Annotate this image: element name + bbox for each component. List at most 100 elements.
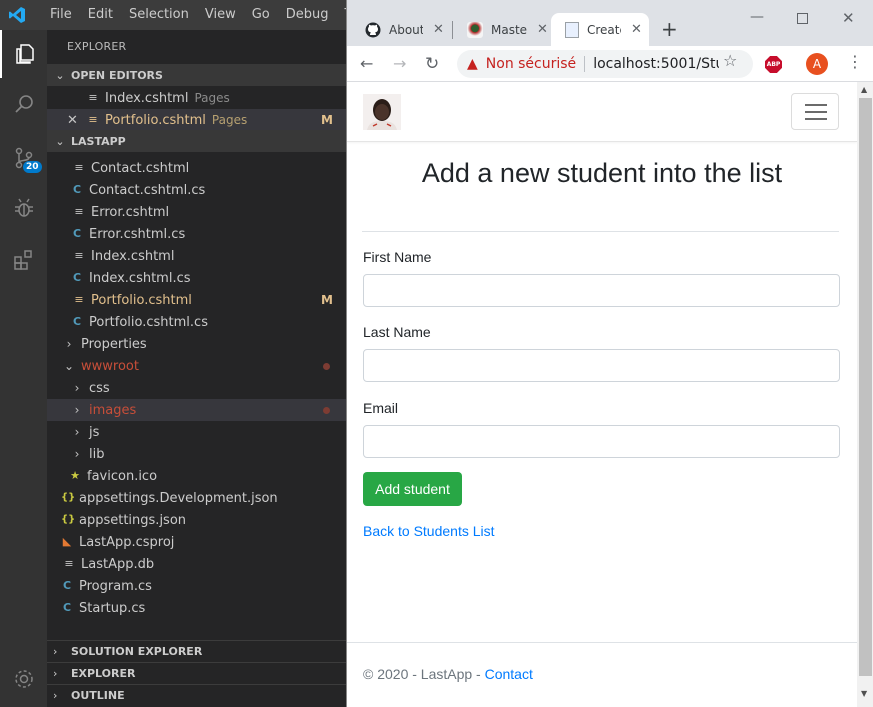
explorer-section[interactable]: › EXPLORER xyxy=(47,662,347,684)
tree-folder[interactable]: › images xyxy=(47,399,347,421)
tree-file[interactable]: {} appsettings.Development.json xyxy=(47,487,347,509)
scroll-up-icon[interactable]: ▲ xyxy=(861,85,867,94)
tree-file[interactable]: C Portfolio.cshtml.cs xyxy=(47,311,347,333)
close-tab-icon[interactable]: ✕ xyxy=(631,22,642,37)
project-header[interactable]: ⌄ LASTAPP xyxy=(47,130,347,152)
github-icon xyxy=(365,22,381,37)
tree-file[interactable]: C Program.cs xyxy=(47,575,347,597)
chevron-down-icon: ⌄ xyxy=(55,68,65,82)
chevron-down-icon: ⌄ xyxy=(55,134,65,148)
contact-link[interactable]: Contact xyxy=(485,666,533,682)
back-icon[interactable]: ← xyxy=(360,54,373,73)
scrollbar-thumb[interactable] xyxy=(859,98,872,676)
section-title: SOLUTION EXPLORER xyxy=(71,645,203,658)
profile-avatar[interactable]: A xyxy=(806,53,828,75)
forward-icon[interactable]: → xyxy=(393,54,406,73)
tree-file[interactable]: {} appsettings.json xyxy=(47,509,347,531)
tree-folder[interactable]: ⌄ wwwroot xyxy=(47,355,347,377)
tree-file[interactable]: ≡ Contact.cshtml xyxy=(47,157,347,179)
tree-file[interactable]: C Index.cshtml.cs xyxy=(47,267,347,289)
bookmark-star-icon[interactable]: ☆ xyxy=(723,51,737,70)
first-name-label: First Name xyxy=(363,249,432,265)
menu-file[interactable]: File xyxy=(42,6,80,23)
tree-file[interactable]: ≡ Error.cshtml xyxy=(47,201,347,223)
csharp-icon: C xyxy=(62,579,72,592)
add-student-button[interactable]: Add student xyxy=(363,472,462,506)
back-to-list-link[interactable]: Back to Students List xyxy=(363,523,495,539)
bug-icon xyxy=(14,198,33,217)
close-tab-icon[interactable]: ✕ xyxy=(537,22,548,37)
tree-file[interactable]: C Startup.cs xyxy=(47,597,347,619)
maximize-icon[interactable] xyxy=(797,13,808,24)
tab-master[interactable]: Master ✕ xyxy=(453,13,551,46)
url-text[interactable]: localhost:5001/Stu... xyxy=(593,56,719,72)
page-scrollbar[interactable]: ▲ ▼ xyxy=(857,82,873,707)
outline-section[interactable]: › OUTLINE xyxy=(47,684,347,706)
tree-folder[interactable]: › Properties xyxy=(47,333,347,355)
tree-file-label: LastApp.csproj xyxy=(79,534,175,550)
manage-activity[interactable] xyxy=(0,655,47,703)
last-name-label: Last Name xyxy=(363,324,431,340)
source-control-activity[interactable]: 20 xyxy=(0,134,47,182)
tree-folder[interactable]: › css xyxy=(47,377,347,399)
menu-view[interactable]: View xyxy=(197,6,244,23)
scroll-down-icon[interactable]: ▼ xyxy=(861,689,867,698)
tree-file[interactable]: ◣ LastApp.csproj xyxy=(47,531,347,553)
open-editor-item[interactable]: ≡ Index.cshtml Pages xyxy=(47,87,347,109)
tab-create[interactable]: Create ✕ xyxy=(551,13,649,46)
tree-folder-label: images xyxy=(89,402,137,418)
close-icon[interactable]: ✕ xyxy=(67,113,81,128)
menu-edit[interactable]: Edit xyxy=(80,6,121,23)
file-lines-icon: ≡ xyxy=(74,205,84,218)
email-input[interactable] xyxy=(363,425,840,458)
tree-file-label: LastApp.db xyxy=(81,556,155,572)
chevron-right-icon: › xyxy=(53,667,58,680)
tree-folder[interactable]: › lib xyxy=(47,443,347,465)
open-editor-item-active[interactable]: ✕ ≡ Portfolio.cshtml Pages M xyxy=(47,109,347,131)
tree-file[interactable]: C Contact.cshtml.cs xyxy=(47,179,347,201)
tree-folder-label: css xyxy=(89,380,110,396)
tree-folder-label: Properties xyxy=(81,336,147,352)
adblock-icon[interactable]: ABP xyxy=(765,56,782,73)
chevron-right-icon: › xyxy=(74,425,80,439)
security-label[interactable]: Non sécurisé xyxy=(486,56,576,72)
tree-folder[interactable]: › js xyxy=(47,421,347,443)
tab-label: Master xyxy=(491,22,527,37)
solution-explorer-section[interactable]: › SOLUTION EXPLORER xyxy=(47,640,347,662)
explorer-activity[interactable] xyxy=(0,30,47,78)
address-bar[interactable]: ▲ Non sécurisé localhost:5001/Stu... xyxy=(457,50,753,78)
tree-file[interactable]: ≡ LastApp.db xyxy=(47,553,347,575)
last-name-input[interactable] xyxy=(363,349,840,382)
search-activity[interactable] xyxy=(0,80,47,128)
tree-file-label: Index.cshtml xyxy=(91,248,175,264)
brand-logo[interactable] xyxy=(363,94,401,130)
tree-file[interactable]: ★ favicon.ico xyxy=(47,465,347,487)
tree-file[interactable]: ≡ Portfolio.cshtml M xyxy=(47,289,347,311)
close-tab-icon[interactable]: ✕ xyxy=(433,22,444,37)
web-page: Add a new student into the list First Na… xyxy=(347,82,857,707)
first-name-input[interactable] xyxy=(363,274,840,307)
tab-label: About xyxy=(389,22,423,37)
navbar-toggler[interactable] xyxy=(791,93,839,130)
tree-file-label: Index.cshtml.cs xyxy=(89,270,191,286)
tree-file[interactable]: C Error.cshtml.cs xyxy=(47,223,347,245)
footer-divider xyxy=(347,642,857,643)
menu-selection[interactable]: Selection xyxy=(121,6,197,23)
csharp-icon: C xyxy=(72,271,82,284)
close-window-icon[interactable]: ✕ xyxy=(842,9,855,27)
extensions-activity[interactable] xyxy=(0,236,47,284)
tree-file[interactable]: ≡ Index.cshtml xyxy=(47,245,347,267)
untracked-dot xyxy=(323,362,330,370)
minimize-icon[interactable]: — xyxy=(750,9,764,25)
new-tab-icon[interactable]: + xyxy=(661,17,678,41)
tree-file-label: favicon.ico xyxy=(87,468,158,484)
open-editor-folder: Pages xyxy=(194,91,230,105)
menu-debug[interactable]: Debug xyxy=(278,6,337,23)
reload-icon[interactable]: ↻ xyxy=(425,54,439,74)
menu-go[interactable]: Go xyxy=(244,6,278,23)
modified-badge: M xyxy=(321,113,333,127)
open-editors-header[interactable]: ⌄ OPEN EDITORS xyxy=(47,64,347,86)
tab-about[interactable]: About ✕ xyxy=(351,13,451,46)
menu-dots-icon[interactable]: ⋮ xyxy=(847,52,863,71)
debug-activity[interactable] xyxy=(0,184,47,232)
